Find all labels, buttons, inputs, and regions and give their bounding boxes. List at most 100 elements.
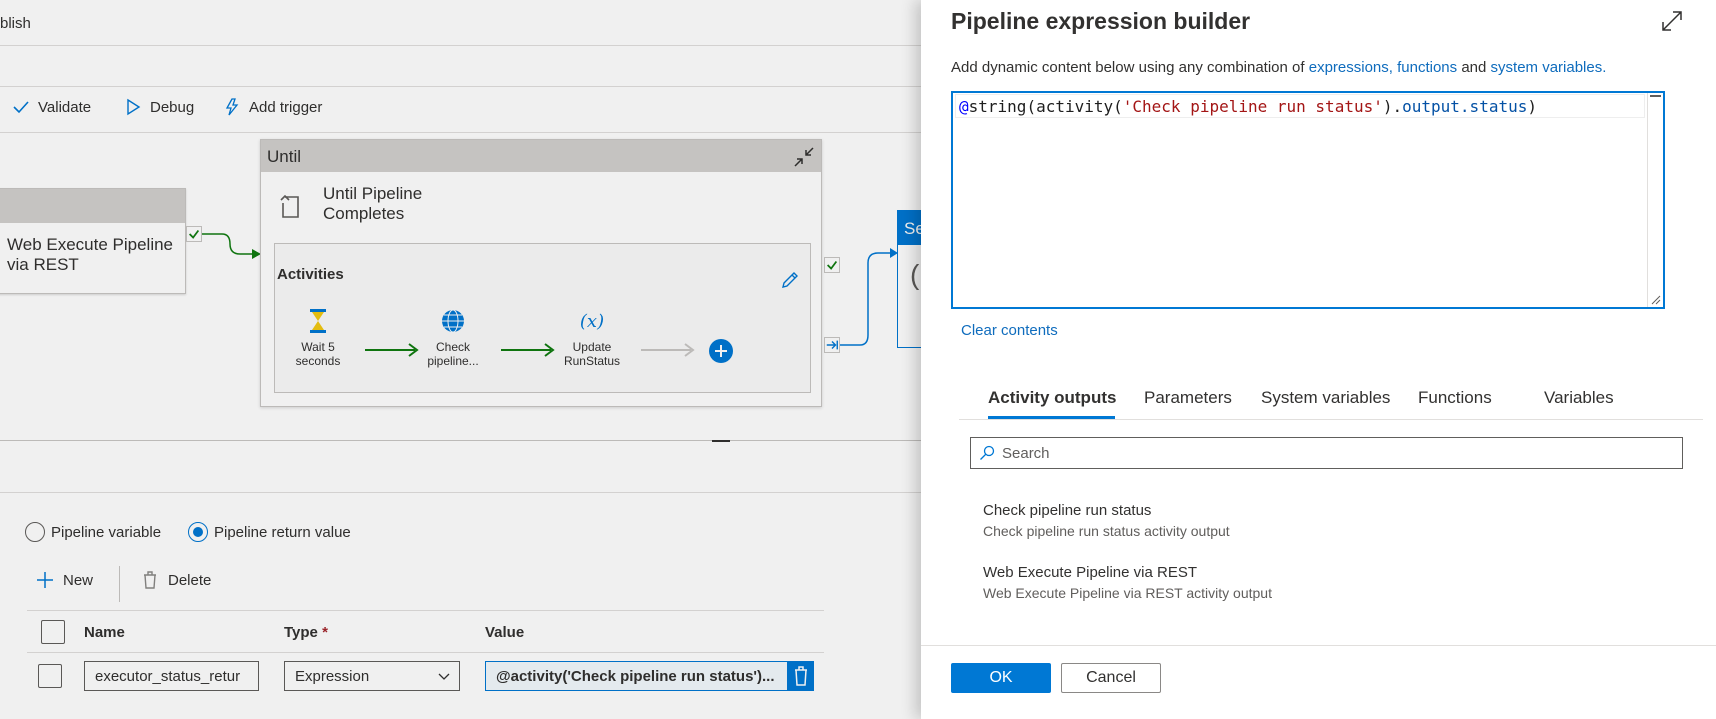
debug-button[interactable]: Debug	[124, 98, 194, 116]
search-icon	[980, 445, 995, 460]
expr-string: 'Check pipeline run status'	[1122, 97, 1383, 116]
expression-editor[interactable]: @string(activity('Check pipeline run sta…	[951, 91, 1665, 309]
activity-check-pipeline[interactable]: Check pipeline...	[418, 308, 488, 368]
new-button[interactable]: New	[35, 570, 93, 590]
expressions-functions-link[interactable]: expressions, functions	[1309, 59, 1457, 76]
resize-handle-icon[interactable]	[1651, 295, 1661, 305]
activity-output-item[interactable]: Web Execute Pipeline via REST Web Execut…	[983, 564, 1272, 601]
collapse-icon[interactable]	[793, 146, 815, 168]
delete-button[interactable]: Delete	[140, 570, 211, 590]
required-asterisk: *	[322, 624, 328, 641]
toolbar-separator	[119, 566, 120, 602]
tab-parameters[interactable]: Parameters	[1144, 388, 1232, 408]
web-activity-label: Web Execute Pipeline via REST	[7, 235, 174, 274]
completion-arrow-icon	[826, 340, 838, 350]
radio-pipeline-return-value[interactable]: Pipeline return value	[188, 522, 351, 542]
success-check-icon	[827, 260, 838, 270]
tab-variables[interactable]: Variables	[1544, 388, 1614, 408]
connector-arrow	[202, 233, 261, 259]
divider	[0, 86, 921, 87]
plus-icon	[37, 572, 53, 588]
delete-row-button[interactable]	[788, 661, 814, 691]
success-output-handle[interactable]	[186, 226, 202, 242]
flow-arrow	[501, 343, 555, 357]
tab-activity-outputs[interactable]: Activity outputs	[988, 388, 1116, 408]
system-variables-link[interactable]: system variables.	[1491, 59, 1607, 76]
delete-label: Delete	[168, 571, 212, 589]
editor-scrollbar[interactable]	[1647, 93, 1663, 307]
activity-update-runstatus[interactable]: (x) Update RunStatus	[557, 308, 627, 368]
validate-label: Validate	[38, 98, 92, 116]
type-dropdown[interactable]: Expression	[284, 661, 460, 691]
debug-label: Debug	[150, 98, 195, 116]
radio-button-selected[interactable]	[188, 522, 208, 542]
expand-icon[interactable]	[1661, 10, 1683, 32]
return-value-input[interactable]: @activity('Check pipeline run status')..…	[485, 661, 788, 691]
hourglass-icon	[310, 309, 326, 333]
edit-pencil-icon[interactable]	[780, 270, 800, 290]
active-tab-indicator	[988, 416, 1115, 419]
activity-card-header	[0, 189, 185, 223]
trigger-lightning-icon	[225, 98, 239, 116]
flow-arrow-placeholder	[641, 343, 695, 357]
search-input[interactable]: Search	[970, 437, 1683, 469]
validate-button[interactable]: Validate	[12, 98, 91, 116]
return-name-input[interactable]: executor_status_retur	[84, 661, 259, 691]
select-all-checkbox[interactable]	[41, 620, 65, 644]
type-header-label: Type	[284, 624, 318, 641]
trash-icon	[144, 571, 156, 589]
activity-wait[interactable]: Wait 5 seconds	[283, 308, 353, 368]
properties-divider	[0, 492, 921, 493]
radio-label: Pipeline variable	[51, 523, 162, 541]
checkmark-icon	[13, 101, 29, 114]
next-card-icon: (	[910, 259, 920, 290]
add-trigger-button[interactable]: Add trigger	[223, 98, 322, 116]
panel-description: Add dynamic content below using any comb…	[951, 59, 1606, 76]
svg-text:(x): (x)	[580, 311, 604, 332]
activity-output-item[interactable]: Check pipeline run status Check pipeline…	[983, 502, 1230, 539]
until-completion-handle[interactable]	[824, 337, 840, 353]
activity-label: Check pipeline...	[427, 340, 479, 368]
table-divider	[27, 652, 824, 653]
variable-x-icon: (x)	[580, 311, 604, 332]
until-success-handle[interactable]	[824, 257, 840, 273]
expr-at: @	[959, 97, 969, 116]
activity-label: Update RunStatus	[563, 340, 621, 368]
expr-rest1: ).	[1382, 97, 1403, 116]
toolbar-divider	[0, 132, 921, 133]
chevron-down-icon	[438, 673, 450, 680]
activities-title: Activities	[277, 266, 344, 283]
cancel-button[interactable]: Cancel	[1061, 663, 1161, 693]
connector-arrow	[840, 248, 898, 346]
tab-functions[interactable]: Functions	[1418, 388, 1492, 408]
ok-button[interactable]: OK	[951, 663, 1051, 693]
radio-pipeline-variable[interactable]: Pipeline variable	[25, 522, 161, 542]
panel-splitter[interactable]	[0, 440, 921, 441]
add-trigger-label: Add trigger	[249, 98, 323, 116]
flow-arrow	[365, 343, 419, 357]
until-loop-icon	[280, 194, 299, 218]
splitter-grip[interactable]	[712, 440, 730, 442]
output-subtitle: Web Execute Pipeline via REST activity o…	[983, 585, 1272, 601]
expr-property: output.status	[1402, 97, 1528, 116]
radio-label: Pipeline return value	[214, 523, 351, 541]
radio-button[interactable]	[25, 522, 45, 542]
expression-code[interactable]: @string(activity('Check pipeline run sta…	[959, 97, 1537, 116]
builder-tabs: Activity outputs Parameters System varia…	[959, 384, 1703, 420]
globe-icon	[442, 309, 464, 333]
description-text: Add dynamic content below using any comb…	[951, 59, 1305, 76]
until-subtitle: Until Pipeline Completes	[323, 184, 423, 223]
tab-system-variables[interactable]: System variables	[1261, 388, 1390, 408]
table-divider	[27, 610, 824, 611]
publish-button[interactable]: blish	[0, 15, 31, 32]
activity-label: Wait 5 seconds	[295, 340, 341, 368]
pipeline-toolbar: Validate Debug Add trigger	[0, 92, 921, 126]
web-execute-activity-card[interactable]: Web Execute Pipeline via REST	[0, 188, 186, 294]
expr-fn: string(activity(	[968, 97, 1123, 116]
scrollbar-thumb[interactable]	[1650, 95, 1661, 117]
row-checkbox[interactable]	[38, 664, 62, 688]
add-activity-icon[interactable]	[708, 338, 734, 364]
clear-contents-link[interactable]: Clear contents	[961, 322, 1058, 339]
until-activity-container[interactable]: Until Until Pipeline Completes Activitie…	[260, 139, 822, 407]
expr-rest2: )	[1527, 97, 1537, 116]
